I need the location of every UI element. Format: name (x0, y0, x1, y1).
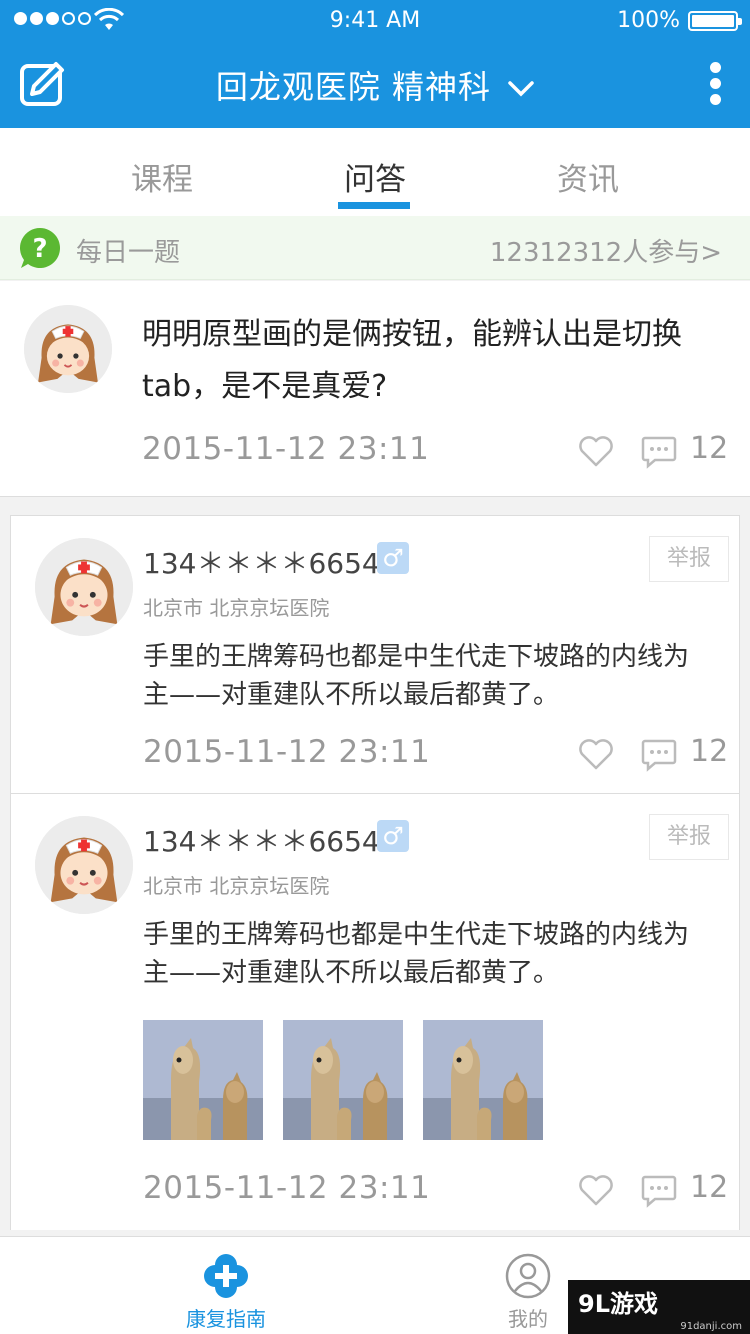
user-name: 134＊＊＊＊6654 (143, 825, 380, 858)
tab-bar: 课程 问答 资讯 (0, 128, 750, 216)
nurse-avatar-icon (35, 816, 133, 914)
battery-percent: 100% (617, 8, 680, 33)
avatar (24, 305, 112, 393)
list-item: 134＊＊＊＊6654 ♂ 举报 北京市 北京京坛医院 手里的王牌筹码也都是中生… (11, 516, 739, 794)
comment-icon[interactable] (641, 435, 677, 469)
male-icon: ♂ (377, 542, 409, 574)
answer-text: 手里的王牌筹码也都是中生代走下坡路的内线为主——对重建队不所以最后都黄了。 (143, 920, 690, 988)
comment-count: 12 (690, 1170, 729, 1205)
heart-icon[interactable] (578, 738, 614, 770)
question-bubble-icon: ? (19, 228, 60, 268)
page-title: 回龙观医院 精神科 (215, 68, 491, 106)
alpaca-photo[interactable] (143, 1020, 263, 1140)
user-name: 134＊＊＊＊6654 (143, 547, 380, 580)
medical-cross-icon (204, 1254, 248, 1298)
app-header: 9:41 AM 100% 回龙观医院 精神科 (0, 0, 750, 128)
avatar (35, 816, 133, 914)
male-icon: ♂ (377, 820, 409, 852)
watermark-url: 91danji.com (680, 1321, 742, 1332)
chevron-down-icon (508, 81, 534, 97)
tab-courses[interactable]: 课程 (82, 154, 242, 199)
answer-list: 134＊＊＊＊6654 ♂ 举报 北京市 北京京坛医院 手里的王牌筹码也都是中生… (10, 515, 740, 1230)
nav-label: 康复指南 (186, 1307, 266, 1331)
nurse-avatar-icon (35, 538, 133, 636)
image-gallery (143, 1020, 543, 1140)
comment-count: 12 (690, 431, 729, 466)
answer-time: 2015-11-12 23:11 (143, 734, 431, 770)
heart-icon[interactable] (578, 435, 614, 467)
battery-icon (688, 11, 742, 31)
list-item: 134＊＊＊＊6654 ♂ 举报 北京市 北京京坛医院 手里的王牌筹码也都是中生… (11, 794, 739, 1230)
tab-news[interactable]: 资讯 (508, 154, 668, 199)
question-time: 2015-11-12 23:11 (142, 431, 430, 467)
daily-question-label: 每日一题 (76, 238, 181, 268)
nurse-avatar-icon (24, 305, 112, 393)
tab-qa[interactable]: 问答 (295, 154, 455, 199)
comment-count: 12 (690, 734, 729, 769)
comment-icon[interactable] (641, 738, 677, 772)
daily-question-bar[interactable]: ? 每日一题 12312312人参与> (0, 216, 750, 280)
site-watermark: 9L游戏 91danji.com (568, 1280, 750, 1334)
watermark-logo-text: 9L游戏 (578, 1290, 658, 1318)
user-icon (505, 1253, 551, 1299)
alpaca-photo[interactable] (423, 1020, 543, 1140)
report-button[interactable]: 举报 (649, 536, 729, 582)
svg-text:?: ? (32, 234, 47, 264)
hospital-dept-selector[interactable]: 回龙观医院 精神科 (0, 62, 750, 108)
alpaca-photo[interactable] (283, 1020, 403, 1140)
user-location: 北京市 北京京坛医院 (143, 874, 330, 898)
participant-count[interactable]: 12312312人参与> (490, 232, 722, 269)
status-bar: 9:41 AM 100% (0, 0, 750, 40)
report-button[interactable]: 举报 (649, 814, 729, 860)
answer-text: 手里的王牌筹码也都是中生代走下坡路的内线为主——对重建队不所以最后都黄了。 (143, 642, 690, 710)
comment-icon[interactable] (641, 1174, 677, 1208)
heart-icon[interactable] (578, 1174, 614, 1206)
question-card: 明明原型画的是俩按钮，能辨认出是切换tab，是不是真爱? 2015-11-12 … (0, 281, 750, 497)
nav-rehab-guide[interactable]: 康复指南 (156, 1237, 296, 1334)
more-icon[interactable] (708, 62, 722, 106)
avatar (35, 538, 133, 636)
active-tab-indicator (338, 202, 410, 209)
question-text: 明明原型画的是俩按钮，能辨认出是切换tab，是不是真爱? (142, 317, 682, 404)
user-location: 北京市 北京京坛医院 (143, 596, 330, 620)
answer-time: 2015-11-12 23:11 (143, 1170, 431, 1206)
